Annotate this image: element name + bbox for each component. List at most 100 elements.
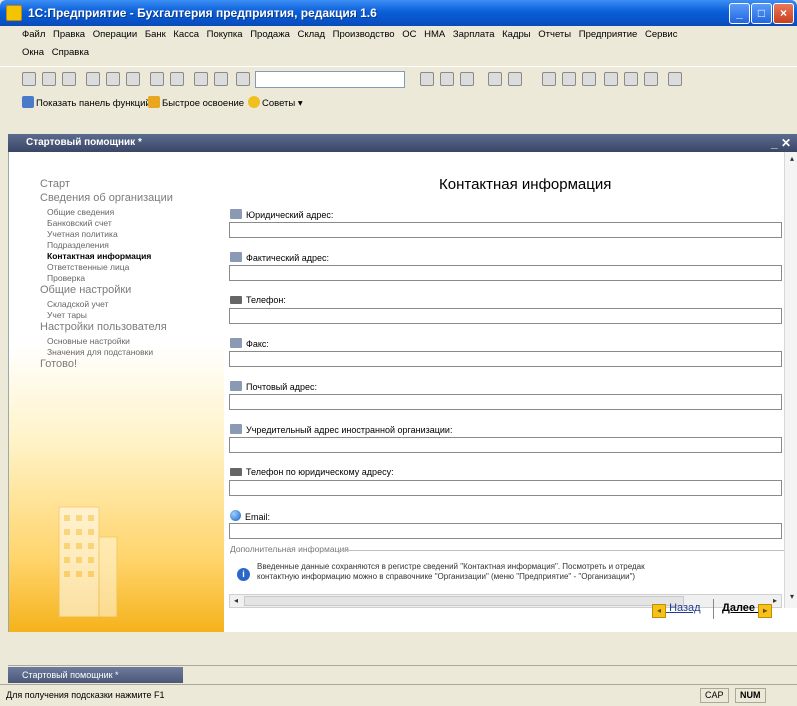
font-size-down-icon[interactable] — [624, 72, 638, 86]
step-container-accounting[interactable]: Учет тары — [47, 310, 87, 320]
new-document-icon[interactable] — [22, 72, 36, 86]
undo-icon[interactable] — [194, 72, 208, 86]
postal-address-field[interactable] — [229, 394, 782, 410]
step-accounting-policy[interactable]: Учетная политика — [47, 229, 118, 239]
num-indicator: NUM — [735, 688, 766, 703]
step-org-info[interactable]: Сведения об организации — [40, 192, 173, 204]
address-icon — [230, 252, 242, 262]
step-general-info[interactable]: Общие сведения — [47, 207, 114, 217]
status-hint: Для получения подсказки нажмите F1 — [6, 690, 165, 700]
minimize-button[interactable]: _ — [729, 3, 750, 24]
vertical-scrollbar[interactable]: ▴ ▾ — [784, 152, 797, 608]
help-tools-icon[interactable] — [668, 72, 682, 86]
assistant-window-title: Стартовый помощник * — [26, 137, 142, 148]
tips-icon — [248, 96, 260, 108]
horizontal-scroll-thumb[interactable] — [244, 596, 684, 606]
menu-bank[interactable]: Банк — [145, 29, 166, 40]
title-bar[interactable]: 1С:Предприятие - Бухгалтерия предприятия… — [0, 0, 797, 26]
step-departments[interactable]: Подразделения — [47, 240, 109, 250]
menu-service[interactable]: Сервис — [645, 29, 678, 40]
quick-start-button[interactable]: Быстрое освоение — [148, 96, 244, 109]
text-doc-icon[interactable] — [562, 72, 576, 86]
info-doc-icon[interactable] — [582, 72, 596, 86]
menu-sale[interactable]: Продажа — [250, 29, 290, 40]
legal-phone-field[interactable] — [229, 480, 782, 496]
copy-icon[interactable] — [106, 72, 120, 86]
search-next-icon[interactable] — [420, 72, 434, 86]
step-responsible-persons[interactable]: Ответственные лица — [47, 262, 129, 272]
tab-start-assistant[interactable]: Стартовый помощник * — [8, 667, 183, 683]
menu-production[interactable]: Производство — [333, 29, 395, 40]
actual-address-field[interactable] — [229, 265, 782, 281]
phone-field[interactable] — [229, 308, 782, 324]
fax-field[interactable] — [229, 351, 782, 367]
foreign-org-address-field[interactable] — [229, 437, 782, 453]
step-warehouse-accounting[interactable]: Складской учет — [47, 299, 109, 309]
legal-address-field[interactable] — [229, 222, 782, 238]
find-icon[interactable] — [236, 72, 250, 86]
fax-label: Факс: — [230, 338, 269, 349]
tips-button[interactable]: Советы ▾ — [248, 96, 303, 109]
menu-row-2: Окна Справка — [0, 44, 797, 62]
next-button[interactable]: Далее ▸ — [722, 602, 773, 618]
arrow-right-icon: ▸ — [758, 604, 773, 618]
preview-icon[interactable] — [170, 72, 184, 86]
menu-purchase[interactable]: Покупка — [207, 29, 243, 40]
font-size-up-icon[interactable] — [604, 72, 618, 86]
scroll-up-icon[interactable]: ▴ — [786, 154, 797, 166]
paste-icon[interactable] — [126, 72, 140, 86]
table-icon[interactable] — [542, 72, 556, 86]
email-field[interactable] — [229, 523, 782, 539]
font-size-reset-icon[interactable] — [644, 72, 658, 86]
contact-info-form: Контактная информация Юридический адрес:… — [224, 152, 784, 632]
legal-phone-label: Телефон по юридическому адресу: — [230, 467, 394, 477]
menu-enterprise[interactable]: Предприятие — [579, 29, 638, 40]
menu-hr[interactable]: Кадры — [502, 29, 530, 40]
toolbar-search-input[interactable] — [255, 71, 405, 88]
menu-help[interactable]: Справка — [52, 47, 89, 58]
step-user-settings[interactable]: Настройки пользователя — [40, 321, 167, 333]
step-substitution-values[interactable]: Значения для подстановки — [47, 347, 153, 357]
scroll-down-icon[interactable]: ▾ — [786, 592, 797, 604]
menu-warehouse[interactable]: Склад — [298, 29, 326, 40]
step-done[interactable]: Готово! — [40, 358, 77, 370]
info-text-line-1: Введенные данные сохраняются в регистре … — [257, 562, 645, 571]
back-button[interactable]: ◂ Назад — [652, 602, 701, 618]
menu-os[interactable]: ОС — [402, 29, 416, 40]
step-start[interactable]: Старт — [40, 178, 70, 190]
assistant-window-header[interactable]: Стартовый помощник * _ ✕ — [8, 134, 797, 152]
menu-file[interactable]: Файл — [22, 29, 45, 40]
step-bank-account[interactable]: Банковский счет — [47, 218, 112, 228]
menu-cash[interactable]: Касса — [173, 29, 199, 40]
assistant-window-controls[interactable]: _ ✕ — [771, 134, 791, 152]
close-button[interactable]: × — [773, 3, 794, 24]
building-illustration-icon — [58, 506, 118, 617]
step-check[interactable]: Проверка — [47, 273, 85, 283]
calculator-icon[interactable] — [488, 72, 502, 86]
assistant-window-body: Старт Сведения об организации Общие свед… — [8, 152, 797, 632]
menu-windows[interactable]: Окна — [22, 47, 44, 58]
maximize-button[interactable]: □ — [751, 3, 772, 24]
step-contact-info[interactable]: Контактная информация — [47, 251, 151, 261]
address-icon — [230, 381, 242, 391]
phone-icon — [230, 296, 242, 304]
menu-salary[interactable]: Зарплата — [453, 29, 495, 40]
cut-icon[interactable] — [86, 72, 100, 86]
fax-icon — [230, 338, 242, 348]
search-prev-icon[interactable] — [440, 72, 454, 86]
scroll-left-icon[interactable]: ◂ — [230, 595, 242, 607]
step-main-settings[interactable]: Основные настройки — [47, 336, 130, 346]
show-functions-panel-button[interactable]: Показать панель функций — [22, 96, 151, 109]
menu-nma[interactable]: НМА — [424, 29, 445, 40]
menu-operations[interactable]: Операции — [93, 29, 137, 40]
calendar-icon[interactable] — [508, 72, 522, 86]
save-icon[interactable] — [62, 72, 76, 86]
search-all-icon[interactable] — [460, 72, 474, 86]
menu-edit[interactable]: Правка — [53, 29, 85, 40]
menu-reports[interactable]: Отчеты — [538, 29, 571, 40]
step-general-settings[interactable]: Общие настройки — [40, 284, 131, 296]
open-icon[interactable] — [42, 72, 56, 86]
redo-icon[interactable] — [214, 72, 228, 86]
print-icon[interactable] — [150, 72, 164, 86]
actual-address-label: Фактический адрес: — [230, 252, 329, 263]
